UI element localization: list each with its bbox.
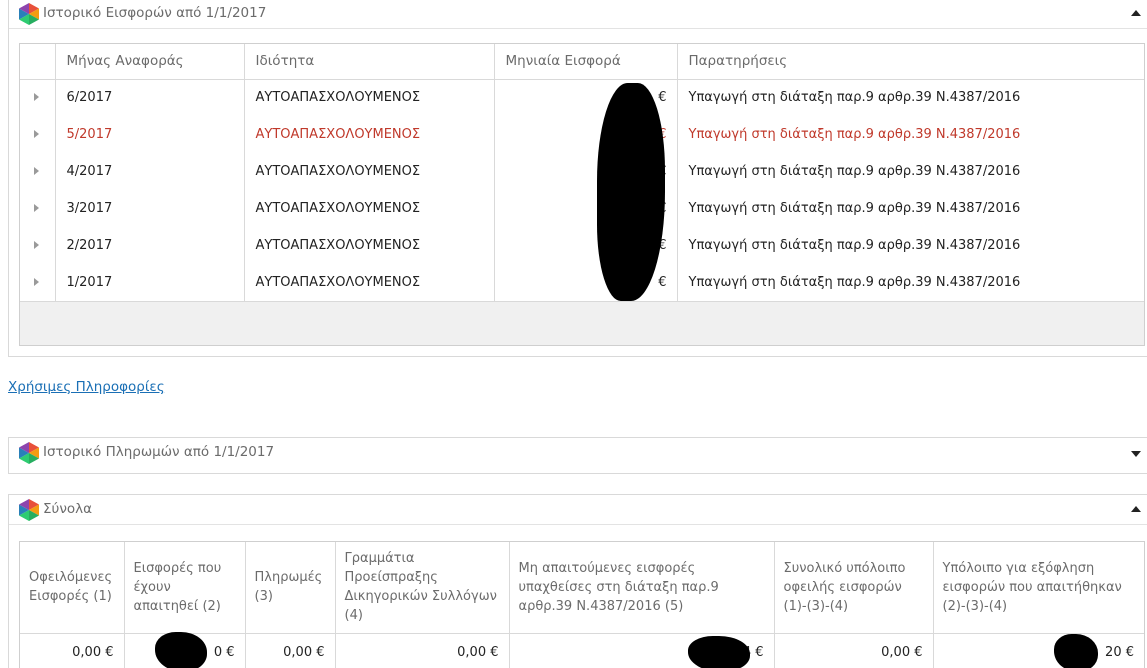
row-role: ΑΥΤΟΑΠΑΣΧΟΛΟΥΜΕΝΟΣ [243, 116, 494, 153]
payments-panel: Ιστορικό Πληρωμών από 1/1/2017 [8, 437, 1147, 474]
hexagon-logo-icon [19, 3, 39, 25]
row-month: 1/2017 [54, 264, 244, 301]
useful-info-link[interactable]: Χρήσιμες Πληροφορίες [8, 379, 165, 395]
totals-panel-header[interactable]: Σύνολα [9, 495, 1147, 525]
total-required: 0 € [123, 631, 245, 668]
caret-down-icon[interactable] [1131, 451, 1141, 457]
triangle-right-icon[interactable] [34, 204, 39, 212]
column-header-payments: Πληρωμές (3) [244, 542, 335, 634]
table-row[interactable]: 2/2017 ΑΥΤΟΑΠΑΣΧΟΛΟΥΜΕΝΟΣ € Υπαγωγή στη … [20, 227, 1144, 264]
row-note: Υπαγωγή στη διάταξη παρ.9 αρθρ.39 Ν.4387… [676, 116, 1144, 153]
row-note: Υπαγωγή στη διάταξη παρ.9 αρθρ.39 Ν.4387… [676, 190, 1144, 227]
column-header-bar-receipts: Γραμμάτια Προείσπραξης Δικηγορικών Συλλό… [334, 542, 509, 634]
row-month: 3/2017 [54, 190, 244, 227]
column-header-not-required: Μη απαιτούμενες εισφορές υπαχθείσες στη … [508, 542, 774, 634]
row-month: 4/2017 [54, 153, 244, 190]
contributions-panel: Ιστορικό Εισφορών από 1/1/2017 Μήνας Ανα… [8, 0, 1147, 357]
row-note: Υπαγωγή στη διάταξη παρ.9 αρθρ.39 Ν.4387… [676, 227, 1144, 264]
redaction-mark [597, 83, 665, 301]
row-role: ΑΥΤΟΑΠΑΣΧΟΛΟΥΜΕΝΟΣ [243, 264, 494, 301]
triangle-right-icon[interactable] [34, 130, 39, 138]
total-balance: 0,00 € [773, 633, 933, 668]
triangle-right-icon[interactable] [34, 167, 39, 175]
table-row[interactable]: 3/2017 ΑΥΤΟΑΠΑΣΧΟΛΟΥΜΕΝΟΣ € Υπαγωγή στη … [20, 190, 1144, 227]
hexagon-logo-icon [19, 442, 39, 464]
column-header-total-balance: Συνολικό υπόλοιπο οφειλής εισφορών (1)-(… [773, 542, 933, 634]
redaction-mark [154, 631, 207, 668]
column-header-owed: Οφειλόμενες Εισφορές (1) [20, 542, 124, 634]
totals-grid: Οφειλόμενες Εισφορές (1) Εισφορές που έχ… [19, 541, 1145, 668]
payments-panel-header[interactable]: Ιστορικό Πληρωμών από 1/1/2017 [9, 438, 1147, 468]
row-month: 6/2017 [54, 79, 244, 116]
contributions-panel-header[interactable]: Ιστορικό Εισφορών από 1/1/2017 [9, 0, 1147, 29]
totals-header-row: Οφειλόμενες Εισφορές (1) Εισφορές που έχ… [20, 542, 1144, 634]
column-header-required: Εισφορές που έχουν απαιτηθεί (2) [123, 542, 245, 634]
total-required-value: 0 € [213, 644, 235, 660]
contributions-grid: Μήνας Αναφοράς Ιδιότητα Μηνιαία Εισφορά … [19, 43, 1145, 346]
caret-up-icon[interactable] [1131, 506, 1141, 512]
row-note: Υπαγωγή στη διάταξη παρ.9 αρθρ.39 Ν.4387… [676, 153, 1144, 190]
redaction-mark [687, 635, 750, 668]
column-header-remaining: Υπόλοιπο για εξόφληση εισφορών που απαιτ… [932, 542, 1144, 634]
column-header-month[interactable]: Μήνας Αναφοράς [54, 44, 244, 80]
row-role: ΑΥΤΟΑΠΑΣΧΟΛΟΥΜΕΝΟΣ [243, 153, 494, 190]
totals-panel: Σύνολα Οφειλόμενες Εισφορές (1) Εισφορές… [8, 494, 1147, 668]
contributions-panel-title: Ιστορικό Εισφορών από 1/1/2017 [43, 5, 267, 21]
column-header-notes[interactable]: Παρατηρήσεις [676, 44, 1144, 80]
row-month: 5/2017 [54, 116, 244, 153]
table-row[interactable]: 1/2017 ΑΥΤΟΑΠΑΣΧΟΛΟΥΜΕΝΟΣ € Υπαγωγή στη … [20, 264, 1144, 301]
totals-row: 0,00 € 0 € 0,00 € 0,00 € 4 € 0,00 € 20 € [20, 631, 1144, 668]
row-month: 2/2017 [54, 227, 244, 264]
row-role: ΑΥΤΟΑΠΑΣΧΟΛΟΥΜΕΝΟΣ [243, 79, 494, 116]
column-header-expand [20, 44, 55, 80]
row-role: ΑΥΤΟΑΠΑΣΧΟΛΟΥΜΕΝΟΣ [243, 227, 494, 264]
total-remaining: 20 € [932, 633, 1144, 668]
total-not-required: 4 € [508, 633, 774, 668]
total-payments: 0,00 € [244, 633, 335, 668]
triangle-right-icon[interactable] [34, 241, 39, 249]
triangle-right-icon[interactable] [34, 278, 39, 286]
grid-header-row: Μήνας Αναφοράς Ιδιότητα Μηνιαία Εισφορά … [20, 44, 1144, 80]
table-row[interactable]: 4/2017 ΑΥΤΟΑΠΑΣΧΟΛΟΥΜΕΝΟΣ € Υπαγωγή στη … [20, 153, 1144, 190]
row-note: Υπαγωγή στη διάταξη παρ.9 αρθρ.39 Ν.4387… [676, 264, 1144, 301]
redaction-mark [1053, 633, 1098, 668]
row-role: ΑΥΤΟΑΠΑΣΧΟΛΟΥΜΕΝΟΣ [243, 190, 494, 227]
hexagon-logo-icon [19, 499, 39, 521]
table-row[interactable]: 6/2017 ΑΥΤΟΑΠΑΣΧΟΛΟΥΜΕΝΟΣ € Υπαγωγή στη … [20, 79, 1144, 116]
grid-footer [20, 301, 1144, 345]
total-bar-receipts: 0,00 € [334, 633, 509, 668]
triangle-right-icon[interactable] [34, 93, 39, 102]
total-owed: 0,00 € [72, 644, 114, 660]
total-remaining-value: 20 € [1105, 644, 1134, 660]
column-header-amount[interactable]: Μηνιαία Εισφορά [493, 44, 677, 80]
caret-up-icon[interactable] [1131, 10, 1141, 16]
column-header-role[interactable]: Ιδιότητα [243, 44, 494, 80]
row-note: Υπαγωγή στη διάταξη παρ.9 αρθρ.39 Ν.4387… [676, 79, 1144, 116]
payments-panel-title: Ιστορικό Πληρωμών από 1/1/2017 [43, 444, 275, 460]
table-row[interactable]: 5/2017 ΑΥΤΟΑΠΑΣΧΟΛΟΥΜΕΝΟΣ € Υπαγωγή στη … [20, 116, 1144, 153]
totals-panel-title: Σύνολα [43, 501, 93, 517]
